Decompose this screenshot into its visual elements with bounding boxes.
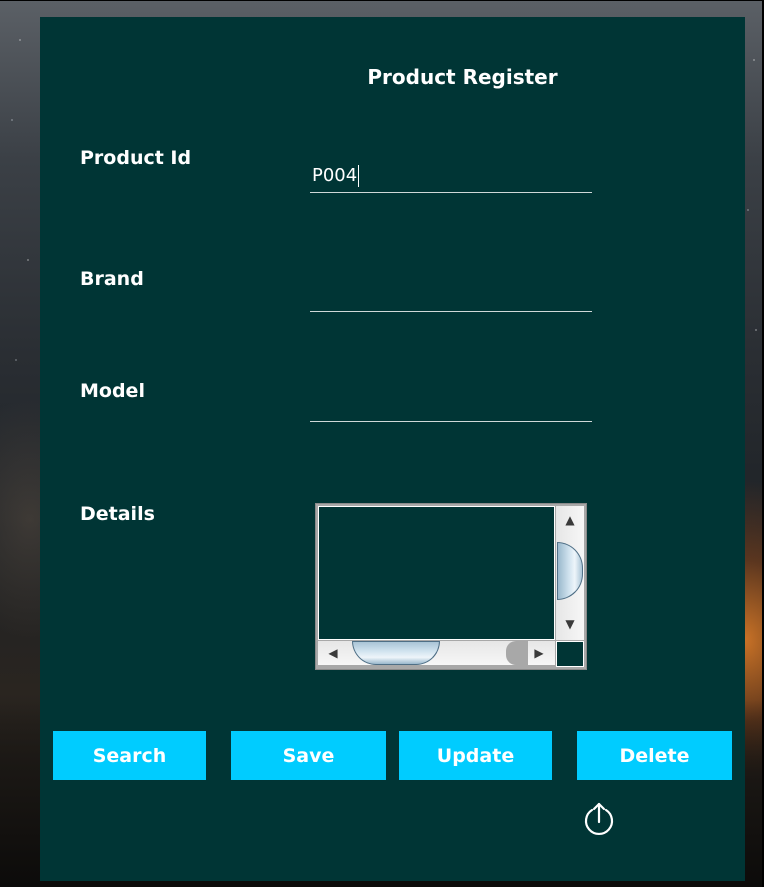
update-button[interactable]: Update [399,731,552,780]
form-title: Product Register [367,65,558,89]
text-caret [358,165,360,187]
details-label: Details [80,503,155,525]
details-textarea-scrollpane: ▲ ▼ ◀ ▶ [315,503,587,670]
brand-label: Brand [80,268,144,290]
delete-button[interactable]: Delete [577,731,732,780]
scroll-down-arrow-icon[interactable]: ▼ [556,614,584,634]
model-label: Model [80,380,145,402]
product-id-input[interactable]: P004 [310,157,592,193]
save-button[interactable]: Save [231,731,386,780]
product-id-value: P004 [312,165,358,186]
vertical-scrollbar[interactable]: ▲ ▼ [556,506,584,640]
search-button[interactable]: Search [53,731,206,780]
horizontal-scrollbar[interactable]: ◀ ▶ [318,641,555,665]
model-input[interactable] [310,386,592,422]
scrollpane-corner [556,641,584,667]
scroll-right-arrow-icon[interactable]: ▶ [528,641,550,665]
brand-input[interactable] [310,276,592,312]
horizontal-scroll-track-end [506,641,528,665]
scroll-up-arrow-icon[interactable]: ▲ [556,510,584,530]
upload-circle-icon[interactable] [581,800,617,838]
vertical-scroll-thumb[interactable] [557,542,583,600]
scroll-left-arrow-icon[interactable]: ◀ [322,641,344,665]
details-textarea[interactable] [318,506,555,640]
app-window: Product Register Product Id P004 Brand M… [0,0,764,887]
product-id-label: Product Id [80,147,192,169]
horizontal-scroll-thumb[interactable] [352,641,440,665]
window-border-top [0,0,762,1]
